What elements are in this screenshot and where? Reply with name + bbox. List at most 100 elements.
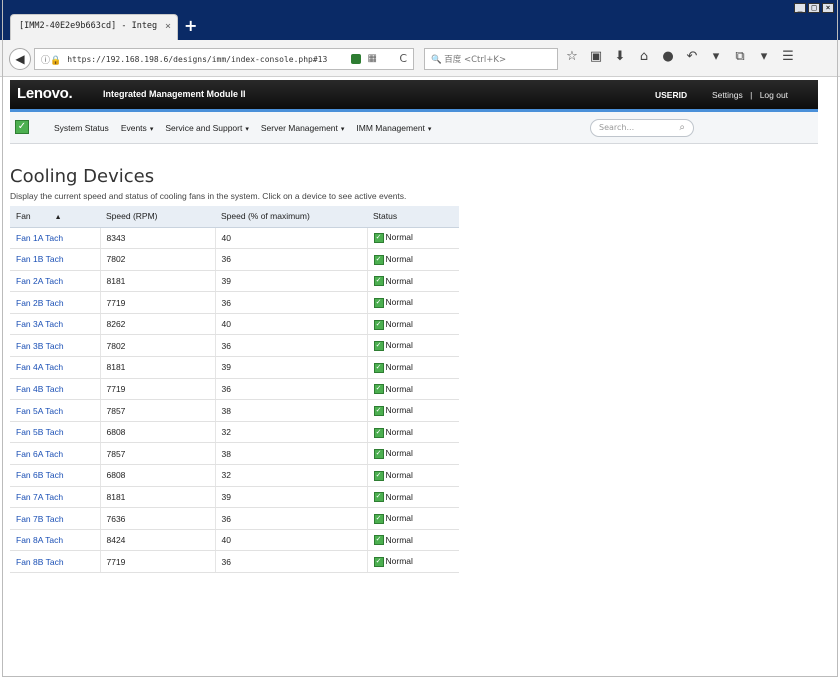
table-row[interactable]: Fan 8B Tach 7719 36 ✓ Normal bbox=[10, 550, 459, 573]
settings-link[interactable]: Settings bbox=[712, 90, 743, 100]
column-header-fan[interactable]: Fan ▲ bbox=[10, 206, 100, 228]
back-arrow-icon[interactable]: ◀ bbox=[9, 48, 31, 70]
table-row[interactable]: Fan 4B Tach 7719 36 ✓ Normal bbox=[10, 378, 459, 401]
table-row[interactable]: Fan 5B Tach 6808 32 ✓ Normal bbox=[10, 421, 459, 444]
table-row[interactable]: Fan 3A Tach 8262 40 ✓ Normal bbox=[10, 313, 459, 336]
sort-ascending-icon[interactable]: ▲ bbox=[55, 214, 62, 221]
status-text: Normal bbox=[385, 426, 413, 437]
table-row[interactable]: Fan 6B Tach 6808 32 ✓ Normal bbox=[10, 464, 459, 487]
speed-percent-cell: 38 bbox=[214, 442, 367, 466]
home-icon[interactable]: ⌂ bbox=[637, 49, 651, 64]
column-header-rpm[interactable]: Speed (RPM) bbox=[100, 206, 215, 228]
fan-link[interactable]: Fan 6A Tach bbox=[16, 449, 63, 459]
check-icon: ✓ bbox=[373, 427, 384, 438]
check-icon: ✓ bbox=[373, 254, 384, 265]
fan-name-cell[interactable]: Fan 6B Tach bbox=[10, 464, 100, 487]
user-name[interactable]: USERID bbox=[655, 90, 687, 100]
close-window-icon[interactable]: × bbox=[822, 3, 834, 13]
fan-link[interactable]: Fan 8A Tach bbox=[16, 535, 63, 545]
fan-link[interactable]: Fan 4B Tach bbox=[16, 384, 64, 394]
table-row[interactable]: Fan 8A Tach 8424 40 ✓ Normal bbox=[10, 529, 459, 552]
minimize-icon[interactable]: _ bbox=[794, 3, 806, 13]
chat-icon[interactable]: ● bbox=[661, 49, 675, 64]
qr-code-icon[interactable]: ▦ bbox=[368, 53, 377, 64]
fan-name-cell[interactable]: Fan 6A Tach bbox=[10, 442, 100, 466]
menu-imm-management[interactable]: IMM Management ▾ bbox=[356, 123, 431, 133]
fan-name-cell[interactable]: Fan 1B Tach bbox=[10, 248, 100, 271]
table-row[interactable]: Fan 2A Tach 8181 39 ✓ Normal bbox=[10, 270, 459, 293]
logout-link[interactable]: Log out bbox=[760, 90, 788, 100]
fan-name-cell[interactable]: Fan 4B Tach bbox=[10, 378, 100, 401]
dropdown-icon[interactable]: ▾ bbox=[757, 49, 771, 64]
table-row[interactable]: Fan 6A Tach 7857 38 ✓ Normal bbox=[10, 442, 459, 466]
screenshot-icon[interactable]: ⧉ bbox=[733, 49, 747, 64]
fan-link[interactable]: Fan 1A Tach bbox=[16, 233, 63, 243]
fan-name-cell[interactable]: Fan 8A Tach bbox=[10, 529, 100, 552]
fan-name-cell[interactable]: Fan 4A Tach bbox=[10, 356, 100, 379]
speed-percent-cell: 39 bbox=[214, 270, 367, 293]
table-row[interactable]: Fan 4A Tach 8181 39 ✓ Normal bbox=[10, 356, 459, 379]
fan-name-cell[interactable]: Fan 2A Tach bbox=[10, 270, 100, 293]
fan-name-cell[interactable]: Fan 3A Tach bbox=[10, 313, 100, 336]
fan-link[interactable]: Fan 6B Tach bbox=[16, 470, 64, 480]
reload-icon[interactable]: C bbox=[399, 52, 407, 65]
fan-name-cell[interactable]: Fan 2B Tach bbox=[10, 291, 100, 314]
column-header-percent[interactable]: Speed (% of maximum) bbox=[215, 206, 367, 228]
fan-name-cell[interactable]: Fan 3B Tach bbox=[10, 334, 100, 358]
fan-name-cell[interactable]: Fan 7B Tach bbox=[10, 507, 100, 530]
fan-name-cell[interactable]: Fan 7A Tach bbox=[10, 486, 100, 509]
caret-down-icon: ▾ bbox=[340, 126, 345, 133]
column-header-status[interactable]: Status bbox=[367, 206, 459, 228]
reading-list-icon[interactable]: ▣ bbox=[589, 49, 603, 64]
fan-link[interactable]: Fan 8B Tach bbox=[16, 557, 64, 567]
caret-down-icon: ▾ bbox=[149, 126, 154, 133]
site-info-icon[interactable]: ⓘ🔒 bbox=[41, 53, 61, 66]
fan-link[interactable]: Fan 2A Tach bbox=[16, 276, 63, 286]
undo-icon[interactable]: ↶ bbox=[685, 49, 699, 64]
download-icon[interactable]: ⬇ bbox=[613, 49, 627, 64]
status-text: Normal bbox=[385, 254, 413, 265]
speed-percent-cell: 36 bbox=[214, 378, 367, 401]
table-row[interactable]: Fan 5A Tach 7857 38 ✓ Normal bbox=[10, 399, 459, 422]
table-row[interactable]: Fan 1A Tach 8343 40 ✓ Normal bbox=[10, 227, 459, 250]
fan-link[interactable]: Fan 2B Tach bbox=[16, 298, 64, 308]
search-icon[interactable]: ⌕ bbox=[679, 122, 685, 133]
header-separator: | bbox=[750, 90, 753, 100]
address-bar[interactable]: ⓘ🔒 https://192.168.198.6/designs/imm/ind… bbox=[34, 48, 414, 70]
fan-name-cell[interactable]: Fan 8B Tach bbox=[10, 550, 100, 573]
fan-link[interactable]: Fan 4A Tach bbox=[16, 362, 63, 372]
imm-search-input[interactable]: Search... ⌕ bbox=[590, 119, 694, 137]
table-row[interactable]: Fan 7A Tach 8181 39 ✓ Normal bbox=[10, 486, 459, 509]
fan-link[interactable]: Fan 3B Tach bbox=[16, 341, 64, 351]
menu-label: System Status bbox=[54, 123, 109, 133]
table-row[interactable]: Fan 1B Tach 7802 36 ✓ Normal bbox=[10, 248, 459, 271]
fan-link[interactable]: Fan 7A Tach bbox=[16, 492, 63, 502]
fan-name-cell[interactable]: Fan 5A Tach bbox=[10, 399, 100, 422]
system-ok-check-icon[interactable]: ✓ bbox=[15, 120, 29, 134]
hamburger-menu-icon[interactable]: ☰ bbox=[781, 49, 795, 64]
cooling-devices-table: Fan ▲ Speed (RPM) Speed (% of maximum) St… bbox=[10, 206, 459, 573]
bookmark-star-icon[interactable]: ☆ bbox=[565, 49, 579, 64]
table-row[interactable]: Fan 3B Tach 7802 36 ✓ Normal bbox=[10, 334, 459, 358]
menu-service-support[interactable]: Service and Support ▾ bbox=[165, 123, 249, 133]
shield-icon[interactable] bbox=[351, 54, 361, 64]
table-row[interactable]: Fan 2B Tach 7719 36 ✓ Normal bbox=[10, 291, 459, 314]
maximize-icon[interactable]: □ bbox=[808, 3, 820, 13]
new-tab-button[interactable]: + bbox=[184, 16, 197, 35]
fan-link[interactable]: Fan 5A Tach bbox=[16, 406, 63, 416]
menu-events[interactable]: Events ▾ bbox=[121, 123, 154, 133]
browser-search-input[interactable]: 🔍 百度 <Ctrl+K> bbox=[424, 48, 558, 70]
fan-name-cell[interactable]: Fan 1A Tach bbox=[10, 227, 100, 250]
dropdown-icon[interactable]: ▾ bbox=[709, 49, 723, 64]
status-cell: ✓ Normal bbox=[366, 313, 459, 336]
table-row[interactable]: Fan 7B Tach 7636 36 ✓ Normal bbox=[10, 507, 459, 530]
browser-tab[interactable]: [IMM2-40E2e9b663cd] - Integ × bbox=[10, 14, 178, 40]
fan-link[interactable]: Fan 3A Tach bbox=[16, 319, 63, 329]
fan-link[interactable]: Fan 5B Tach bbox=[16, 427, 64, 437]
fan-name-cell[interactable]: Fan 5B Tach bbox=[10, 421, 100, 444]
menu-system-status[interactable]: System Status bbox=[54, 123, 109, 133]
menu-server-management[interactable]: Server Management ▾ bbox=[261, 123, 345, 133]
close-icon[interactable]: × bbox=[165, 21, 171, 32]
fan-link[interactable]: Fan 7B Tach bbox=[16, 514, 64, 524]
fan-link[interactable]: Fan 1B Tach bbox=[16, 254, 64, 264]
